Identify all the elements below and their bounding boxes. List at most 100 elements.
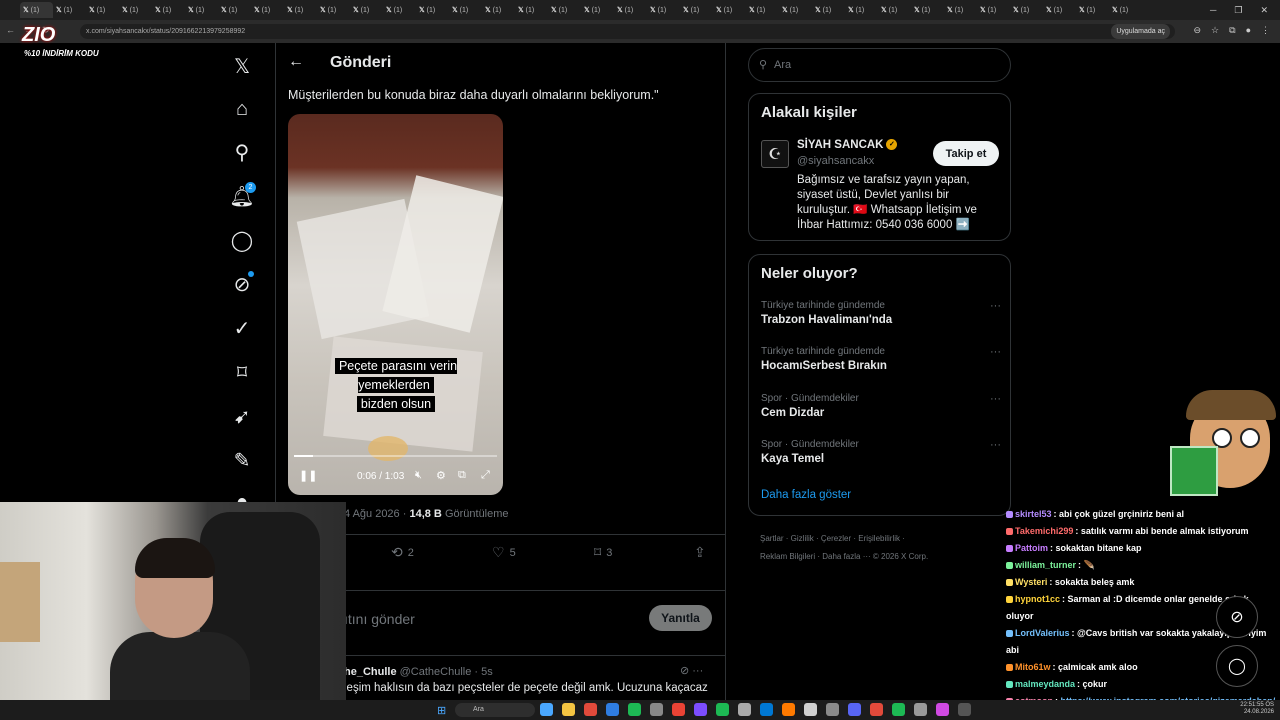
open-in-app-button[interactable]: Uygulamada aç — [1111, 24, 1170, 39]
chat-username[interactable]: Takemichi299 — [1015, 526, 1073, 536]
like-button[interactable]: ♡ 5 — [492, 544, 516, 561]
person-name-line[interactable]: SİYAH SANCAK ✓ — [797, 139, 898, 151]
more-options-icon[interactable]: ··· — [990, 393, 1001, 405]
taskbar-app-icon[interactable] — [606, 703, 619, 716]
taskbar-app-icon[interactable] — [782, 703, 795, 716]
chat-username[interactable]: skirtel53 — [1015, 509, 1052, 519]
browser-tab[interactable]: 𝕏 (1) — [350, 2, 383, 18]
browser-tab[interactable]: 𝕏 (1) — [152, 2, 185, 18]
browser-tab[interactable]: 𝕏 (1) — [251, 2, 284, 18]
browser-tab[interactable]: 𝕏 (1) — [53, 2, 86, 18]
windows-start-icon[interactable]: ⊞ — [437, 704, 446, 717]
reply-input[interactable]: ıtını gönder — [344, 611, 415, 627]
browser-tab[interactable]: 𝕏 (1) — [284, 2, 317, 18]
post-edit-icon[interactable]: ✎ — [226, 444, 258, 476]
rocket-icon[interactable]: ➹ — [226, 400, 258, 432]
follow-button[interactable]: Takip et — [933, 141, 999, 166]
messages-fab-icon[interactable]: ◯ — [1216, 645, 1258, 687]
browser-tab[interactable]: 𝕏 (1) — [416, 2, 449, 18]
messages-icon[interactable]: ◯ — [226, 224, 258, 256]
browser-tab[interactable]: 𝕏 (1) — [1043, 2, 1076, 18]
more-options-icon[interactable]: ··· — [990, 346, 1001, 358]
browser-tab[interactable]: 𝕏 (1) — [614, 2, 647, 18]
taskbar-app-icon[interactable] — [870, 703, 883, 716]
menu-icon[interactable]: ⋮ — [1261, 25, 1270, 36]
grok-fab-icon[interactable]: ⊘ — [1216, 596, 1258, 638]
person-handle[interactable]: @siyahsancakx — [797, 155, 874, 167]
taskbar-app-icon[interactable] — [804, 703, 817, 716]
taskbar-app-icon[interactable] — [562, 703, 575, 716]
taskbar-app-icon[interactable] — [826, 703, 839, 716]
reply-more-icon[interactable]: ⊘ ··· — [680, 664, 703, 677]
trend-item[interactable]: Spor · Gündemdekiler Cem Dizdar ··· — [761, 393, 1001, 419]
post-date[interactable]: 4 Ağu 2026 — [344, 508, 400, 520]
chat-username[interactable]: william_turner — [1015, 560, 1076, 570]
taskbar-app-icon[interactable] — [694, 703, 707, 716]
video-player[interactable]: Peçete parasını verin yemeklerden bizden… — [288, 114, 503, 495]
search-input[interactable]: ⚲ Ara — [748, 48, 1011, 82]
chat-username[interactable]: Mito61w — [1015, 662, 1051, 672]
browser-tab[interactable]: 𝕏 (1) — [1076, 2, 1109, 18]
url-field[interactable]: x.com/siyahsancakx/status/20916622139792… — [80, 24, 1175, 39]
close-window-icon[interactable]: ✕ — [1260, 5, 1268, 16]
taskbar-app-icon[interactable] — [672, 703, 685, 716]
browser-tab[interactable]: 𝕏 (1) — [713, 2, 746, 18]
browser-tab[interactable]: 𝕏 (1) — [119, 2, 152, 18]
pause-icon[interactable]: ❚❚ — [299, 469, 317, 482]
trend-item[interactable]: Spor · Gündemdekiler Kaya Temel ··· — [761, 439, 1001, 465]
browser-tab[interactable]: 𝕏 (1) — [878, 2, 911, 18]
chat-username[interactable]: malmeydanda — [1015, 679, 1075, 689]
taskbar-app-icon[interactable] — [848, 703, 861, 716]
bookmarks-icon[interactable]: ⌑ — [226, 356, 258, 388]
chat-username[interactable]: Pattoim — [1015, 543, 1048, 553]
browser-tab[interactable]: 𝕏 (1) — [515, 2, 548, 18]
browser-tab[interactable]: 𝕏 (1) — [317, 2, 350, 18]
x-logo-icon[interactable]: 𝕏 — [226, 50, 258, 82]
browser-tab[interactable]: 𝕏 (1) — [581, 2, 614, 18]
extensions-icon[interactable]: ⧉ — [1229, 25, 1235, 36]
zoom-icon[interactable]: ⊖ — [1194, 25, 1202, 36]
home-icon[interactable]: ⌂ — [226, 93, 258, 125]
taskbar-app-icon[interactable] — [540, 703, 553, 716]
back-arrow-icon[interactable]: ← — [288, 53, 304, 71]
reply-author-name[interactable]: he_Chulle — [344, 666, 397, 678]
mute-icon[interactable]: 🔇︎ — [415, 469, 422, 482]
browser-tab[interactable]: 𝕏 (1) — [218, 2, 251, 18]
repost-button[interactable]: ⟲ 2 — [391, 544, 414, 561]
browser-tab[interactable]: 𝕏 (1) — [482, 2, 515, 18]
taskbar-app-icon[interactable] — [716, 703, 729, 716]
taskbar-app-icon[interactable] — [628, 703, 641, 716]
taskbar-app-icon[interactable] — [738, 703, 751, 716]
browser-tab[interactable]: 𝕏 (1) — [779, 2, 812, 18]
notifications-icon[interactable]: 🔔︎ 2 — [226, 180, 258, 212]
trend-item[interactable]: Türkiye tarihinde gündemde Trabzon Haval… — [761, 300, 1001, 326]
share-button[interactable]: ⇪ — [694, 544, 706, 561]
grok-icon[interactable]: ⊘ — [226, 268, 258, 300]
browser-tab[interactable]: 𝕏 (1) — [812, 2, 845, 18]
show-more-link[interactable]: Daha fazla göster — [761, 489, 851, 501]
browser-tab[interactable]: 𝕏 (1) — [746, 2, 779, 18]
taskbar-app-icon[interactable] — [760, 703, 773, 716]
more-options-icon[interactable]: ··· — [990, 439, 1001, 451]
chat-username[interactable]: Wysteri — [1015, 577, 1047, 587]
browser-tab[interactable]: 𝕏 (1) — [944, 2, 977, 18]
settings-icon[interactable]: ⚙ — [436, 469, 446, 482]
browser-tab[interactable]: 𝕏 (1) — [86, 2, 119, 18]
chat-username[interactable]: hypnot1cc — [1015, 594, 1060, 604]
footer-line[interactable]: Reklam Bilgileri · Daha fazla ··· © 2026… — [760, 548, 1000, 566]
browser-tab[interactable]: 𝕏 (1) — [548, 2, 581, 18]
browser-tab[interactable]: 𝕏 (1) — [449, 2, 482, 18]
browser-tab[interactable]: 𝕏 (1) — [20, 2, 53, 18]
bookmark-button[interactable]: ⌑ 3 — [594, 544, 612, 561]
taskbar-search[interactable]: Ara — [455, 703, 535, 717]
minimize-icon[interactable]: ─ — [1210, 5, 1216, 15]
taskbar-app-icon[interactable] — [958, 703, 971, 716]
chat-username[interactable]: LordValerius — [1015, 628, 1070, 638]
restore-icon[interactable]: ❐ — [1234, 5, 1242, 16]
system-clock[interactable]: 22:51:55 ÖS 24.08.2026 — [1240, 702, 1274, 716]
verified-icon[interactable]: ✓ — [226, 312, 258, 344]
browser-tab[interactable]: 𝕏 (1) — [647, 2, 680, 18]
browser-tab[interactable]: 𝕏 (1) — [1109, 2, 1142, 18]
browser-tab[interactable]: 𝕏 (1) — [845, 2, 878, 18]
profile-icon[interactable]: ● — [1246, 25, 1251, 36]
